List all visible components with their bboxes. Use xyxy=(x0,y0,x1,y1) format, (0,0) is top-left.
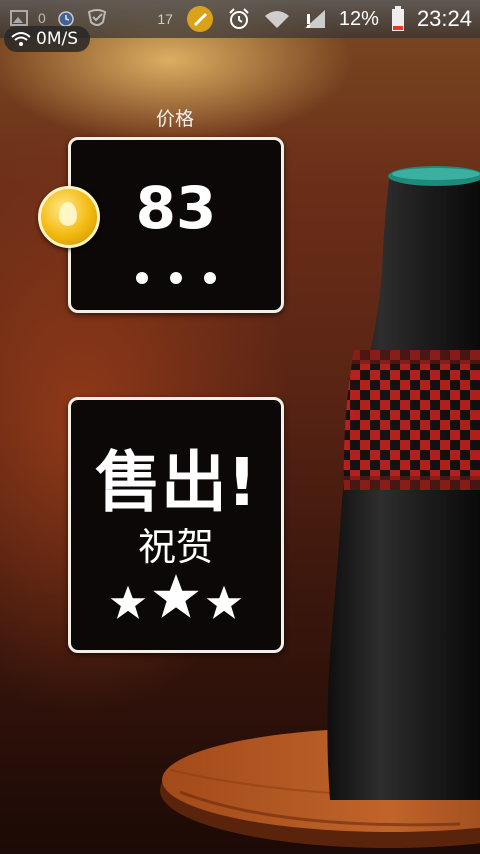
battery-icon xyxy=(391,6,404,31)
congratulations-text: 祝贺 xyxy=(137,525,214,569)
clay-vase xyxy=(327,166,480,800)
status-time: 23:24 xyxy=(416,6,472,31)
price-value: 83 xyxy=(135,174,217,242)
more-dots-button[interactable] xyxy=(71,272,281,284)
game-notification-icon xyxy=(186,6,213,32)
dot xyxy=(136,272,148,284)
star-icon xyxy=(206,585,242,619)
image-icon xyxy=(10,10,28,26)
price-label: 价格 xyxy=(155,108,194,130)
signal-icon xyxy=(304,10,325,28)
alarm-clock-icon xyxy=(229,8,249,29)
gold-coin-icon xyxy=(38,186,100,248)
shield-icon xyxy=(87,9,106,26)
sold-panel[interactable]: 售出! 祝贺 xyxy=(68,397,284,653)
status-left-icons: 0 xyxy=(10,8,108,28)
net-speed-badge: 0M/S xyxy=(4,26,91,52)
alarm-icon xyxy=(58,11,74,27)
net-speed-text: 0M/S xyxy=(36,29,79,49)
wifi-icon xyxy=(264,11,289,28)
status-right-icons: 17 12% 23:24 xyxy=(157,4,472,34)
status-left-number: 0 xyxy=(38,10,46,26)
sold-title: 售出! xyxy=(94,444,258,521)
wifi-icon xyxy=(11,32,31,46)
dot xyxy=(204,272,216,284)
battery-percent: 12% xyxy=(338,7,379,30)
star-icon xyxy=(110,585,146,619)
dot xyxy=(170,272,182,284)
coin-emblem xyxy=(59,202,77,226)
star-rating xyxy=(71,572,281,622)
price-panel: 83 xyxy=(68,137,284,313)
notification-count: 17 xyxy=(157,11,173,27)
star-icon xyxy=(153,574,199,618)
